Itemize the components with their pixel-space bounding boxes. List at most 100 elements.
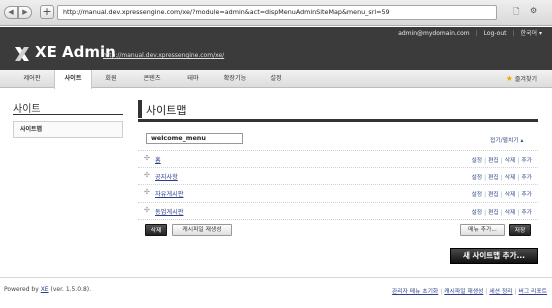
nav-item-content[interactable]: 콘텐츠 <box>130 70 174 88</box>
page-title: 사이트맵 <box>146 104 187 117</box>
edit-link[interactable]: 편집 <box>488 158 499 164</box>
bug-report-link[interactable]: 버그 리포트 <box>518 289 547 295</box>
menu-name-field[interactable]: welcome_menu <box>146 133 243 144</box>
divider: | <box>500 174 503 181</box>
settings-link[interactable]: 설정 <box>471 210 482 216</box>
delete-link[interactable]: 삭제 <box>505 175 516 181</box>
drag-handle-icon[interactable]: ✣ <box>144 188 150 196</box>
divider: | <box>484 158 487 164</box>
back-button[interactable]: ◀ <box>4 6 18 19</box>
browser-toolbar: ◀ ▶ + http://manual.dev.xpressengine.com… <box>0 0 552 26</box>
reset-admin-menu-link[interactable]: 관리자 메뉴 초기화 <box>392 289 438 295</box>
sidebar-title: 사이트 <box>13 104 41 115</box>
nav-item-site[interactable]: 사이트 <box>54 70 92 89</box>
tree-node-label[interactable]: 홈 <box>155 155 161 164</box>
footer-divider <box>0 277 552 278</box>
sitemap-tree: ✣ 홈 설정 | 편집 | 삭제 | 추가 ✣ 공지사항 설정 | 편집 | 삭제 | 추가 ✣ 자유게… <box>138 150 538 220</box>
tree-row: ✣ 공지사항 설정 | 편집 | 삭제 | 추가 <box>138 168 538 185</box>
back-arrow-icon: ◀ <box>8 8 14 16</box>
favorites-label: 즐겨찾기 <box>514 76 537 83</box>
divider: | <box>475 30 478 37</box>
delete-link[interactable]: 삭제 <box>505 210 516 216</box>
address-bar[interactable]: http://manual.dev.xpressengine.com/xe/?m… <box>57 5 497 20</box>
tree-node-label[interactable]: 동업게시판 <box>155 207 183 216</box>
nav-item-theme[interactable]: 테마 <box>175 70 211 88</box>
star-icon: ★ <box>505 74 513 83</box>
version-text: (ver. 1.5.0.8). <box>48 286 92 293</box>
logout-link[interactable]: Log-out <box>484 29 507 39</box>
title-accent-bar <box>138 100 142 118</box>
row-actions: 설정 | 편집 | 삭제 | 추가 <box>471 207 532 216</box>
tree-row: ✣ 홈 설정 | 편집 | 삭제 | 추가 <box>138 150 538 168</box>
delete-link[interactable]: 삭제 <box>505 192 516 198</box>
add-link[interactable]: 추가 <box>521 192 532 198</box>
edit-link[interactable]: 편집 <box>488 175 499 181</box>
add-link[interactable]: 추가 <box>521 175 532 181</box>
divider: | <box>484 192 487 198</box>
divider: | <box>485 289 488 295</box>
tree-row: ✣ 자유게시판 설정 | 편집 | 삭제 | 추가 <box>138 185 538 203</box>
favorites-link[interactable]: ★ 즐겨찾기 <box>506 70 537 89</box>
nav-item-dashboard[interactable]: 제어판 <box>12 70 52 88</box>
divider: | <box>517 192 520 198</box>
sidebar-item-sitemap[interactable]: 사이트맵 <box>13 121 123 138</box>
xe-link[interactable]: XE <box>41 286 49 293</box>
drag-handle-icon[interactable]: ✣ <box>144 154 150 162</box>
delete-link[interactable]: 삭제 <box>505 158 516 164</box>
nav-item-members[interactable]: 회원 <box>94 70 128 88</box>
regenerate-cache-link[interactable]: 캐시파일 재생성 <box>444 289 483 295</box>
divider: | <box>517 174 520 181</box>
forward-arrow-icon: ▶ <box>22 8 28 16</box>
nav-item-extensions[interactable]: 확장기능 <box>213 70 257 88</box>
powered-prefix: Powered by <box>4 286 41 293</box>
collapse-expand-link[interactable]: 접기/펼치기 ▴ <box>490 135 523 144</box>
powered-by: Powered by XE (ver. 1.5.0.8). <box>4 286 91 293</box>
tree-node-label[interactable]: 공지사항 <box>155 172 178 181</box>
divider: | <box>500 192 503 198</box>
settings-link[interactable]: 설정 <box>471 158 482 164</box>
page-icon[interactable]: 🗋 <box>513 6 519 20</box>
nav-item-settings[interactable]: 설정 <box>259 70 293 88</box>
clear-session-link[interactable]: 세션 정리 <box>489 289 512 295</box>
regenerate-cache-button[interactable]: 캐시파일 재생성 <box>172 224 232 236</box>
add-link[interactable]: 추가 <box>521 210 532 216</box>
divider: | <box>500 158 503 164</box>
divider: | <box>484 174 487 181</box>
gear-icon[interactable]: ⚙ <box>530 6 537 15</box>
row-actions: 설정 | 편집 | 삭제 | 추가 <box>471 155 532 164</box>
xe-logo-icon <box>15 47 29 61</box>
tree-node-label[interactable]: 자유게시판 <box>155 189 183 198</box>
plus-icon: + <box>42 5 52 18</box>
language-select[interactable]: 한국어 ▾ <box>521 29 542 39</box>
drag-handle-icon[interactable]: ✣ <box>144 171 150 179</box>
divider: | <box>440 289 443 295</box>
user-utility-bar: admin@mydomain.com | Log-out | 한국어 ▾ <box>398 29 542 39</box>
forward-button[interactable]: ▶ <box>18 6 32 19</box>
edit-link[interactable]: 편집 <box>488 192 499 198</box>
tree-row: ✣ 동업게시판 설정 | 편집 | 삭제 | 추가 <box>138 203 538 220</box>
row-actions: 설정 | 편집 | 삭제 | 추가 <box>471 189 532 198</box>
admin-header: admin@mydomain.com | Log-out | 한국어 ▾ XE Admi… <box>0 27 552 70</box>
add-sitemap-button[interactable]: 새 사이트맵 추가... <box>450 248 538 264</box>
divider: | <box>514 289 517 295</box>
add-menu-button[interactable]: 메뉴 추가... <box>460 224 505 236</box>
delete-menu-button[interactable]: 삭제 <box>145 224 167 236</box>
divider: | <box>500 209 503 216</box>
divider: | <box>484 209 487 216</box>
site-url-link[interactable]: http://manual.dev.xpressengine.com/xe/ <box>103 52 224 59</box>
save-button[interactable]: 저장 <box>509 224 531 236</box>
divider: | <box>517 209 520 216</box>
new-tab-button[interactable]: + <box>40 5 54 19</box>
sidebar-divider <box>13 114 123 115</box>
settings-link[interactable]: 설정 <box>471 192 482 198</box>
edit-link[interactable]: 편집 <box>488 210 499 216</box>
divider: | <box>512 30 515 37</box>
main-nav: 제어판 사이트 회원 콘텐츠 테마 확장기능 설정 ★ 즐겨찾기 <box>0 70 552 89</box>
user-email: admin@mydomain.com <box>398 30 470 37</box>
footer-links: 관리자 메뉴 초기화 | 캐시파일 재생성 | 세션 정리 | 버그 리포트 <box>392 286 547 295</box>
add-link[interactable]: 추가 <box>521 158 532 164</box>
drag-handle-icon[interactable]: ✣ <box>144 206 150 214</box>
row-actions: 설정 | 편집 | 삭제 | 추가 <box>471 172 532 181</box>
title-divider <box>138 119 538 122</box>
settings-link[interactable]: 설정 <box>471 175 482 181</box>
